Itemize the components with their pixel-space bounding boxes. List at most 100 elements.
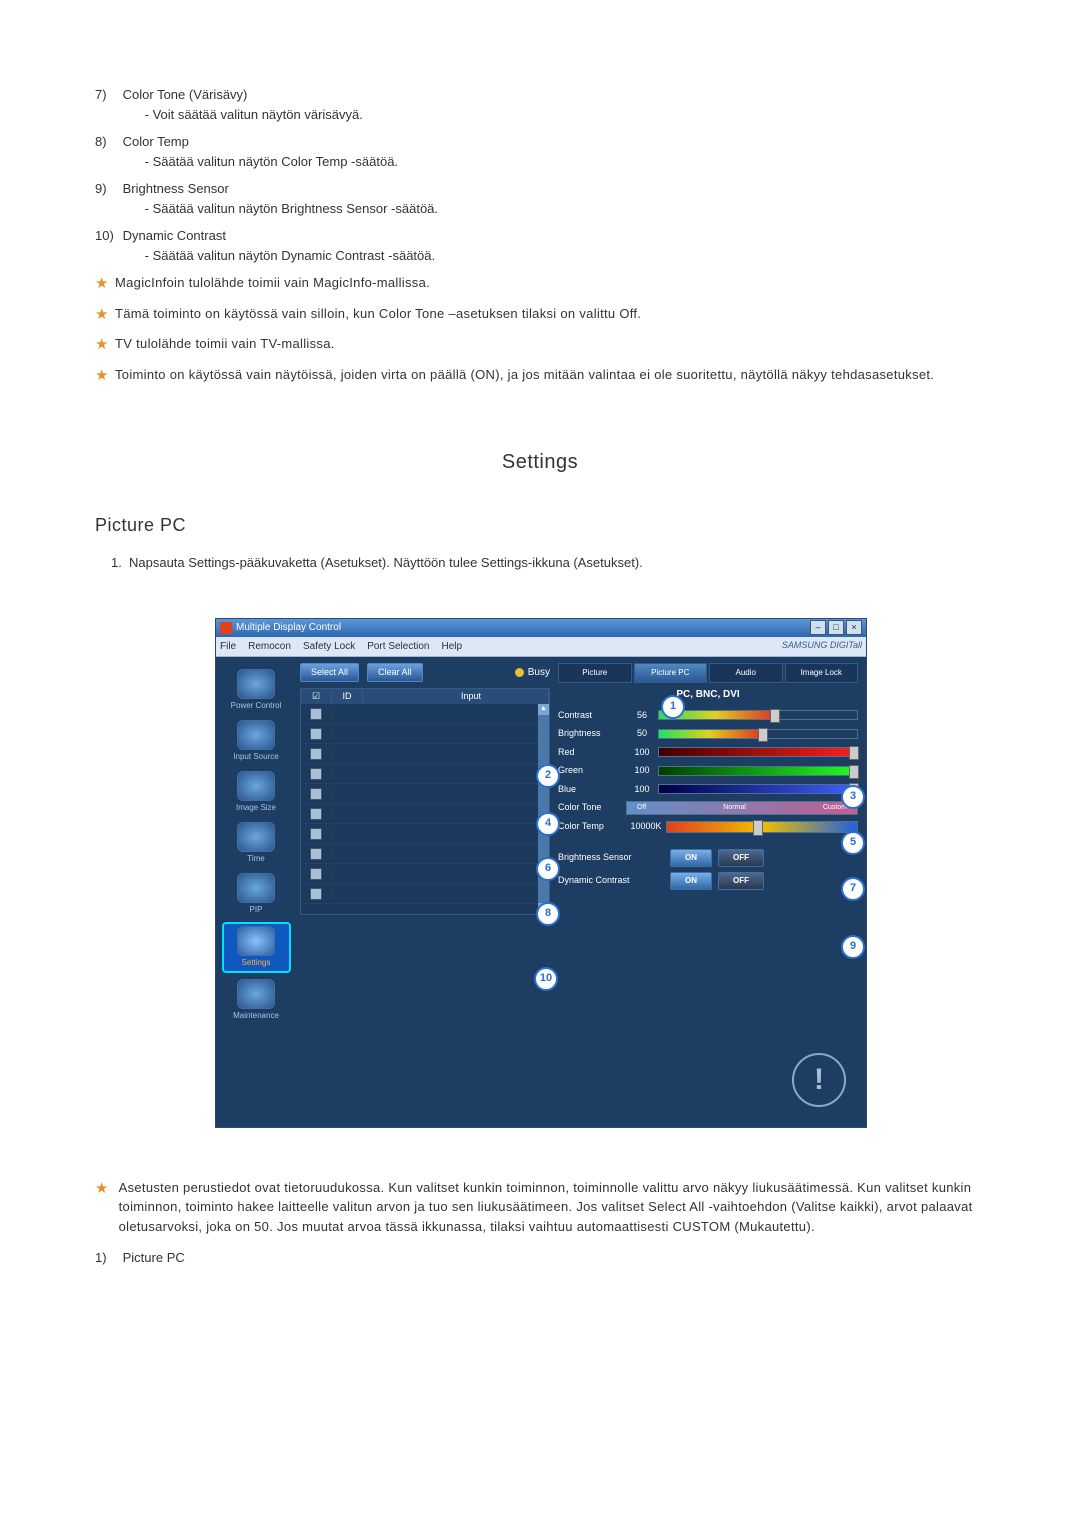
app-window: Multiple Display Control – □ × File Remo… [215,618,867,1128]
colortone-row: Color Tone Off Normal Custom [558,801,858,815]
sidebar-input-source[interactable]: Input Source [224,718,289,765]
blue-slider[interactable] [658,784,858,794]
grid-row[interactable] [301,864,549,884]
display-grid: ☑ ID Input [300,688,550,915]
menu-help[interactable]: Help [441,639,462,654]
power-icon [237,669,275,699]
grid-row[interactable] [301,744,549,764]
colortemp-label: Color Temp [558,820,626,834]
checkbox[interactable] [310,888,322,900]
step-text: Napsauta Settings-pääkuvaketta (Asetukse… [129,553,643,573]
tab-picture-pc[interactable]: Picture PC [634,663,708,683]
callout-2: 2 [536,764,560,788]
grid-row[interactable] [301,844,549,864]
checkbox[interactable] [310,808,322,820]
checkbox[interactable] [310,848,322,860]
brightness-sensor-row: Brightness Sensor ON OFF [558,849,858,867]
checkbox[interactable] [310,828,322,840]
grid-row[interactable] [301,884,549,904]
menubar: File Remocon Safety Lock Port Selection … [216,637,866,657]
sidebar-power-control[interactable]: Power Control [224,667,289,714]
colortemp-slider[interactable] [666,821,858,833]
checkbox[interactable] [310,788,322,800]
colortone-label: Color Tone [558,801,626,815]
list-item-9: 9) Brightness Sensor - Säätää valitun nä… [95,179,985,218]
grid-row[interactable] [301,724,549,744]
red-slider[interactable] [658,747,858,757]
clear-all-button[interactable]: Clear All [367,663,423,683]
brightness-slider[interactable] [658,729,858,739]
info-icon: ! [792,1053,846,1107]
scroll-up-icon[interactable]: ▲ [538,704,549,715]
list-item-7: 7) Color Tone (Värisävy) - Voit säätää v… [95,85,985,124]
grid-scrollbar[interactable]: ▲▼ [538,704,549,914]
center-pane: Select All Clear All Busy ☑ ID Input [296,657,554,1127]
app-icon [220,622,232,634]
sidebar-image-size[interactable]: Image Size [224,769,289,816]
menu-safety-lock[interactable]: Safety Lock [303,639,355,654]
dynamic-contrast-on[interactable]: ON [670,872,712,890]
brightness-value: 50 [626,727,658,741]
image-size-icon [237,771,275,801]
close-button[interactable]: × [846,620,862,635]
colortone-slider[interactable]: Off Normal Custom [626,801,858,815]
contrast-value: 56 [626,709,658,723]
minimize-button[interactable]: – [810,620,826,635]
checkbox[interactable] [310,748,322,760]
list-body: Color Tone (Värisävy) - Voit säätää vali… [123,85,983,124]
list-title: Color Tone (Värisävy) [123,87,248,102]
grid-header: ☑ ID Input [301,689,549,704]
callout-5: 5 [841,831,865,855]
sidebar-settings[interactable]: Settings [222,922,291,973]
list-body: Brightness Sensor - Säätää valitun näytö… [123,179,983,218]
star-icon: ★ [95,365,115,388]
list-title: Color Temp [123,134,189,149]
grid-header-input: Input [394,690,549,704]
checkbox[interactable] [310,768,322,780]
list-number: 8) [95,132,119,152]
checkbox[interactable] [310,868,322,880]
sidebar-time[interactable]: Time [224,820,289,867]
list-title: Picture PC [123,1248,983,1268]
tab-audio[interactable]: Audio [709,663,783,683]
pip-icon [237,873,275,903]
contrast-label: Contrast [558,709,626,723]
busy-dot-icon [515,668,524,677]
colortemp-row: Color Temp 10000K [558,820,858,834]
checkbox[interactable] [310,708,322,720]
grid-header-check[interactable]: ☑ [301,690,332,704]
brightness-sensor-off[interactable]: OFF [718,849,764,867]
menu-port-selection[interactable]: Port Selection [367,639,429,654]
grid-row[interactable] [301,824,549,844]
settings-icon [237,926,275,956]
step-number: 1. [111,553,129,573]
menu-remocon[interactable]: Remocon [248,639,291,654]
select-all-button[interactable]: Select All [300,663,359,683]
green-slider[interactable] [658,766,858,776]
star-icon: ★ [95,273,115,296]
titlebar: Multiple Display Control – □ × [216,619,866,637]
grid-row[interactable] [301,704,549,724]
grid-row[interactable] [301,764,549,784]
tab-image-lock[interactable]: Image Lock [785,663,859,683]
tab-picture[interactable]: Picture [558,663,632,683]
list-number: 10) [95,226,119,246]
checkbox[interactable] [310,728,322,740]
dynamic-contrast-off[interactable]: OFF [718,872,764,890]
grid-row[interactable] [301,804,549,824]
menu-file[interactable]: File [220,639,236,654]
sidebar-pip[interactable]: PIP [224,871,289,918]
list-number: 9) [95,179,119,199]
list-title: Brightness Sensor [123,181,229,196]
maximize-button[interactable]: □ [828,620,844,635]
screenshot: Multiple Display Control – □ × File Remo… [215,618,865,1128]
callout-4: 4 [536,812,560,836]
grid-row[interactable] [301,784,549,804]
sidebar-maintenance[interactable]: Maintenance [224,977,289,1024]
contrast-slider[interactable] [658,710,858,720]
panel-title: PC, BNC, DVI [558,687,858,702]
colortemp-value: 10000K [626,820,666,834]
blue-value: 100 [626,783,658,797]
brightness-sensor-on[interactable]: ON [670,849,712,867]
brightness-label: Brightness [558,727,626,741]
